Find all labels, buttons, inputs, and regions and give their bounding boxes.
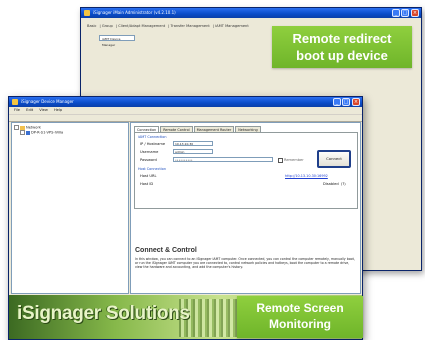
folder-icon bbox=[20, 125, 25, 130]
details-panel: Connection Remote Control Management Route… bbox=[130, 122, 361, 294]
toolbar-tab-transfer[interactable]: Transfer Management bbox=[171, 24, 210, 28]
menu-edit[interactable]: Edit bbox=[26, 108, 33, 112]
front-window-title: iSignager Device Manager bbox=[21, 99, 74, 104]
minimize-button[interactable]: _ bbox=[333, 98, 341, 106]
toolbar bbox=[9, 114, 362, 122]
brand-logo-text: iSignager Solutions bbox=[17, 303, 190, 324]
password-label: Password bbox=[140, 158, 157, 162]
remote-redirect-callout: Remote redirect boot up device bbox=[272, 26, 412, 68]
connect-control-title: Connect & Control bbox=[135, 247, 197, 254]
tree-root-label: Network bbox=[26, 125, 42, 130]
expand-icon[interactable] bbox=[14, 125, 19, 130]
remember-label: Remember bbox=[284, 158, 304, 162]
maximize-button[interactable]: □ bbox=[401, 9, 409, 17]
app-icon bbox=[12, 99, 18, 105]
toolbar-tab-group[interactable]: Group bbox=[102, 24, 113, 28]
host-id-value: Disabled bbox=[323, 182, 339, 186]
device-tree: Network DP-R-S1-VPS-iVilla bbox=[11, 122, 129, 294]
app-icon bbox=[84, 10, 90, 16]
connect-control-description: In this window, you can connect to an iS… bbox=[135, 257, 355, 269]
tree-child-label: DP-R-S1-VPS-iVilla bbox=[31, 130, 64, 135]
connect-button[interactable]: Connect bbox=[317, 150, 351, 168]
front-window-titlebar[interactable]: iSignager Device Manager _ □ × bbox=[9, 97, 362, 107]
host-url-link[interactable]: http://10.13.10.30:16992 bbox=[285, 174, 328, 178]
ip-input[interactable]: 10.13.10.30 bbox=[173, 141, 213, 146]
maximize-button[interactable]: □ bbox=[342, 98, 350, 106]
menu-file[interactable]: File bbox=[14, 108, 20, 112]
connection-box: iAMT Connection IP / Hostname 10.13.10.3… bbox=[134, 132, 358, 209]
back-window-titlebar[interactable]: iSignager iMain Administrator (v4.2.10.1… bbox=[81, 8, 421, 18]
callout-redirect-line2: boot up device bbox=[296, 48, 388, 63]
close-button[interactable]: × bbox=[411, 9, 419, 17]
callout-monitor-line1: Remote Screen bbox=[256, 301, 344, 315]
toolbar-tab-basic[interactable]: Basic bbox=[87, 24, 97, 28]
tree-item-device[interactable]: DP-R-S1-VPS-iVilla bbox=[20, 130, 63, 136]
host-connection-heading: Host Connection bbox=[138, 167, 166, 171]
expand-icon[interactable] bbox=[20, 130, 25, 135]
minimize-button[interactable]: _ bbox=[392, 9, 400, 17]
help-icon[interactable]: (?) bbox=[341, 182, 346, 186]
menu-view[interactable]: View bbox=[39, 108, 48, 112]
remember-checkbox[interactable] bbox=[278, 158, 283, 163]
menu-help[interactable]: Help bbox=[54, 108, 62, 112]
amt-connection-heading: iAMT Connection bbox=[138, 135, 167, 139]
toolbar-tab-iamt[interactable]: iAMT Management bbox=[215, 24, 249, 28]
ip-label: IP / Hostname bbox=[140, 142, 166, 146]
close-button[interactable]: × bbox=[352, 98, 360, 106]
username-label: Username bbox=[140, 150, 159, 154]
menu-bar: File Edit View Help bbox=[9, 107, 362, 114]
computer-icon bbox=[26, 130, 30, 135]
remote-monitoring-callout: Remote Screen Monitoring bbox=[237, 296, 363, 338]
device-manager-button[interactable]: iAMT Device Manager bbox=[99, 35, 135, 47]
host-id-label: Host ID bbox=[140, 182, 154, 186]
callout-monitor-line2: Monitoring bbox=[269, 317, 331, 331]
back-window-title: iSignager iMain Administrator (v4.2.10.1… bbox=[93, 10, 176, 15]
host-url-label: Host URL bbox=[140, 174, 157, 178]
callout-redirect-line1: Remote redirect bbox=[292, 31, 392, 46]
password-input[interactable]: •••••••••• bbox=[173, 157, 273, 162]
username-input[interactable]: admin bbox=[173, 149, 213, 154]
toolbar-tab-client[interactable]: Client/Adapt Management bbox=[118, 24, 165, 28]
